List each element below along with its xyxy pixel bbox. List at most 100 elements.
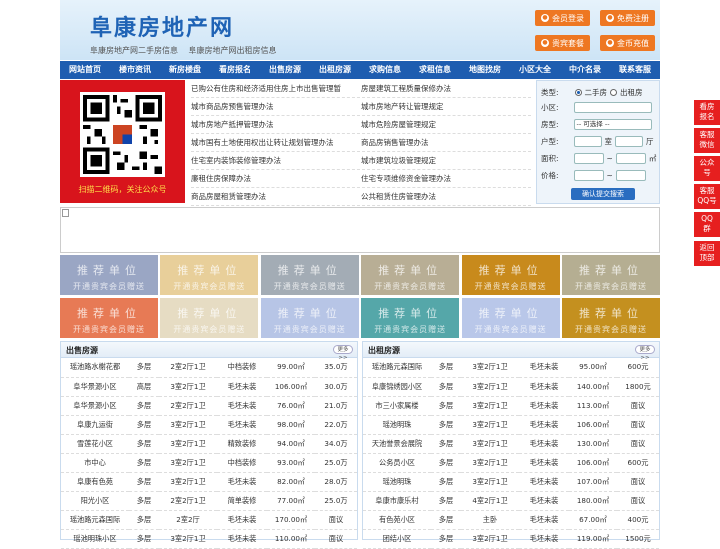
listing-row[interactable]: 阜华景源小区 高层 3室2厅1卫 毛坯未装 106.00㎡ 30.0万 bbox=[61, 377, 357, 397]
community-input[interactable] bbox=[573, 102, 652, 113]
sublink-sale[interactable]: 阜康房地产网二手房信息 bbox=[90, 46, 178, 55]
listing-row[interactable]: 雪莲花小区 多层 3室2厅1卫 精致装修 94.00㎡ 34.0万 bbox=[61, 434, 357, 454]
search-submit-button[interactable]: 确认提交搜索 bbox=[571, 188, 635, 200]
side-official-account[interactable]: 公众 号 bbox=[694, 156, 720, 181]
listing-community[interactable]: 瑶池明珠 bbox=[363, 415, 431, 435]
listing-row[interactable]: 瑶池明珠 多层 3室2厅1卫 毛坯未装 106.00㎡ 面议 bbox=[363, 415, 659, 435]
nav-sale[interactable]: 出售房源 bbox=[260, 61, 310, 79]
listing-row[interactable]: 天池誉景会展院 多层 3室2厅1卫 毛坯未装 130.00㎡ 面议 bbox=[363, 434, 659, 454]
listing-community[interactable]: 有色苑小区 bbox=[363, 510, 431, 530]
policy-link[interactable]: 住宅专项维修资金管理办法 bbox=[361, 173, 531, 184]
recommended-unit-tile[interactable]: 推荐单位 开通贵宾会员赠送 bbox=[60, 255, 158, 295]
rooms-select[interactable] bbox=[573, 136, 602, 147]
nav-want-buy[interactable]: 求购信息 bbox=[360, 61, 410, 79]
listing-row[interactable]: 有色苑小区 多层 主卧 毛坯未装 67.00㎡ 400元 bbox=[363, 510, 659, 530]
side-support-wechat[interactable]: 客服 微信 bbox=[694, 128, 720, 153]
recommended-unit-tile[interactable]: 推荐单位 开通贵宾会员赠送 bbox=[562, 255, 660, 295]
listing-community[interactable]: 瑶池路元森国际 bbox=[363, 358, 431, 378]
policy-link[interactable]: 住宅室内装饰装修管理办法 bbox=[191, 155, 361, 166]
area-min-input[interactable] bbox=[573, 153, 604, 164]
listing-row[interactable]: 瑶池路元森国际 多层 3室2厅1卫 毛坯未装 95.00㎡ 600元 bbox=[363, 358, 659, 378]
listing-row[interactable]: 阜康有色苑 多层 3室2厅1卫 毛坯未装 82.00㎡ 28.0万 bbox=[61, 472, 357, 492]
side-back-to-top[interactable]: 返回 顶部 bbox=[694, 241, 720, 266]
listing-community[interactable]: 瑶池路水榭花都 bbox=[61, 358, 129, 378]
recommended-unit-tile[interactable]: 推荐单位 开通贵宾会员赠送 bbox=[461, 255, 560, 295]
listing-community[interactable]: 公务员小区 bbox=[363, 453, 431, 473]
nav-agents[interactable]: 中介名录 bbox=[560, 61, 610, 79]
listing-community[interactable]: 雪莲花小区 bbox=[61, 434, 129, 454]
price-min-input[interactable] bbox=[573, 170, 604, 181]
site-logo[interactable]: 阜康房地产网 bbox=[90, 10, 234, 42]
sale-more-button[interactable]: 更多>> bbox=[333, 345, 353, 361]
recommended-unit-tile[interactable]: 推荐单位 开通贵宾会员赠送 bbox=[361, 298, 460, 338]
policy-link[interactable]: 城市商品房预售管理办法 bbox=[191, 101, 361, 112]
policy-link[interactable]: 城市房地产转让管理规定 bbox=[361, 101, 531, 112]
listing-row[interactable]: 瑶池明珠 多层 3室2厅1卫 毛坯未装 107.00㎡ 面议 bbox=[363, 472, 659, 492]
listing-community[interactable]: 阜华景源小区 bbox=[61, 396, 129, 416]
nav-home[interactable]: 网站首页 bbox=[60, 61, 110, 79]
listing-community[interactable]: 阜康九运街 bbox=[61, 415, 129, 435]
listing-row[interactable]: 团结小区 多层 3室2厅1卫 毛坯未装 119.00㎡ 1500元 bbox=[363, 529, 659, 549]
listing-community[interactable]: 阜康有色苑 bbox=[61, 472, 129, 492]
listing-row[interactable]: 瑶池明珠小区 多层 3室2厅1卫 毛坯未装 110.00㎡ 面议 bbox=[61, 529, 357, 549]
listing-row[interactable]: 市三小家属楼 多层 3室2厅1卫 毛坯未装 113.00㎡ 面议 bbox=[363, 396, 659, 416]
nav-communities[interactable]: 小区大全 bbox=[510, 61, 560, 79]
policy-link[interactable]: 商品房屋租赁管理办法 bbox=[191, 191, 361, 202]
listing-row[interactable]: 阜康市康乐村 多层 4室2厅1卫 毛坯未装 180.00㎡ 面议 bbox=[363, 491, 659, 511]
recommended-unit-tile[interactable]: 推荐单位 开通贵宾会员赠送 bbox=[461, 298, 560, 338]
side-qq-group[interactable]: QQ 群 bbox=[694, 212, 720, 237]
policy-link[interactable]: 房屋建筑工程质量保修办法 bbox=[361, 83, 531, 94]
nav-new-homes[interactable]: 新房楼盘 bbox=[160, 61, 210, 79]
nav-news[interactable]: 楼市资讯 bbox=[110, 61, 160, 79]
listing-row[interactable]: 瑶池路水榭花都 多层 2室2厅1卫 中档装修 99.00㎡ 35.0万 bbox=[61, 358, 357, 378]
side-support-qq[interactable]: 客服 QQ号 bbox=[694, 184, 720, 209]
recommended-unit-tile[interactable]: 推荐单位 开通贵宾会员赠送 bbox=[361, 255, 460, 295]
recommended-unit-tile[interactable]: 推荐单位 开通贵宾会员赠送 bbox=[60, 298, 158, 338]
radio-rent[interactable] bbox=[610, 89, 618, 96]
recommended-unit-tile[interactable]: 推荐单位 开通贵宾会员赠送 bbox=[260, 255, 359, 295]
listing-community[interactable]: 瑶池明珠小区 bbox=[61, 529, 129, 549]
ad-banner[interactable] bbox=[60, 207, 660, 253]
sublink-rent[interactable]: 阜康房地产网出租房信息 bbox=[189, 46, 277, 55]
vip-package-button[interactable]: ● 贵宾套餐 bbox=[535, 35, 590, 51]
layout-select[interactable]: -- 可选择 -- bbox=[573, 119, 652, 130]
listing-community[interactable]: 阜华景源小区 bbox=[61, 377, 129, 397]
listing-row[interactable]: 公务员小区 多层 3室2厅1卫 毛坯未装 106.00㎡ 600元 bbox=[363, 453, 659, 473]
listing-community[interactable]: 阳光小区 bbox=[61, 491, 129, 511]
register-button[interactable]: ● 免费注册 bbox=[600, 10, 655, 26]
policy-link[interactable]: 城市国有土地使用权出让转让规划管理办法 bbox=[191, 137, 361, 148]
nav-viewing-signup[interactable]: 看房报名 bbox=[210, 61, 260, 79]
listing-community[interactable]: 团结小区 bbox=[363, 529, 431, 549]
listing-row[interactable]: 阜康锦绣园小区 多层 3室2厅1卫 毛坯未装 140.00㎡ 1800元 bbox=[363, 377, 659, 397]
nav-rent[interactable]: 出租房源 bbox=[310, 61, 360, 79]
rent-more-button[interactable]: 更多>> bbox=[635, 345, 655, 361]
recommended-unit-tile[interactable]: 推荐单位 开通贵宾会员赠送 bbox=[260, 298, 359, 338]
policy-link[interactable]: 城市建筑垃圾管理规定 bbox=[361, 155, 531, 166]
policy-link[interactable]: 公共租赁住房管理办法 bbox=[361, 191, 531, 202]
listing-row[interactable]: 阜华景源小区 多层 2室2厅1卫 毛坯未装 76.00㎡ 21.0万 bbox=[61, 396, 357, 416]
listing-community[interactable]: 市三小家属楼 bbox=[363, 396, 431, 416]
listing-community[interactable]: 瑶池路元森国际 bbox=[61, 510, 129, 530]
recommended-unit-tile[interactable]: 推荐单位 开通贵宾会员赠送 bbox=[160, 298, 259, 338]
price-max-input[interactable] bbox=[615, 170, 646, 181]
policy-link[interactable]: 城市房地产抵押管理办法 bbox=[191, 119, 361, 130]
policy-link[interactable]: 城市危险房屋管理规定 bbox=[361, 119, 531, 130]
halls-select[interactable] bbox=[615, 136, 644, 147]
listing-community[interactable]: 市中心 bbox=[61, 453, 129, 473]
side-viewing-signup[interactable]: 看房 报名 bbox=[694, 100, 720, 125]
listing-community[interactable]: 天池誉景会展院 bbox=[363, 434, 431, 454]
listing-row[interactable]: 瑶池路元森国际 多层 2室2厅 毛坯未装 170.00㎡ 面议 bbox=[61, 510, 357, 530]
policy-link[interactable]: 商品房销售管理办法 bbox=[361, 137, 531, 148]
recharge-button[interactable]: ● 金币充值 bbox=[600, 35, 655, 51]
radio-sale[interactable] bbox=[574, 89, 582, 96]
listing-row[interactable]: 市中心 多层 3室2厅1卫 中档装修 93.00㎡ 25.0万 bbox=[61, 453, 357, 473]
area-max-input[interactable] bbox=[615, 153, 646, 164]
policy-link[interactable]: 廉租住房保障办法 bbox=[191, 173, 361, 184]
login-button[interactable]: ● 会员登录 bbox=[535, 10, 590, 26]
listing-row[interactable]: 阜康九运街 多层 3室2厅1卫 毛坯未装 98.00㎡ 22.0万 bbox=[61, 415, 357, 435]
listing-community[interactable]: 瑶池明珠 bbox=[363, 472, 431, 492]
recommended-unit-tile[interactable]: 推荐单位 开通贵宾会员赠送 bbox=[562, 298, 660, 338]
recommended-unit-tile[interactable]: 推荐单位 开通贵宾会员赠送 bbox=[160, 255, 259, 295]
listing-row[interactable]: 阳光小区 多层 2室2厅1卫 简单装修 77.00㎡ 25.0万 bbox=[61, 491, 357, 511]
policy-link[interactable]: 已购公有住房和经济适用住房上市出售管理暂 bbox=[191, 83, 361, 94]
